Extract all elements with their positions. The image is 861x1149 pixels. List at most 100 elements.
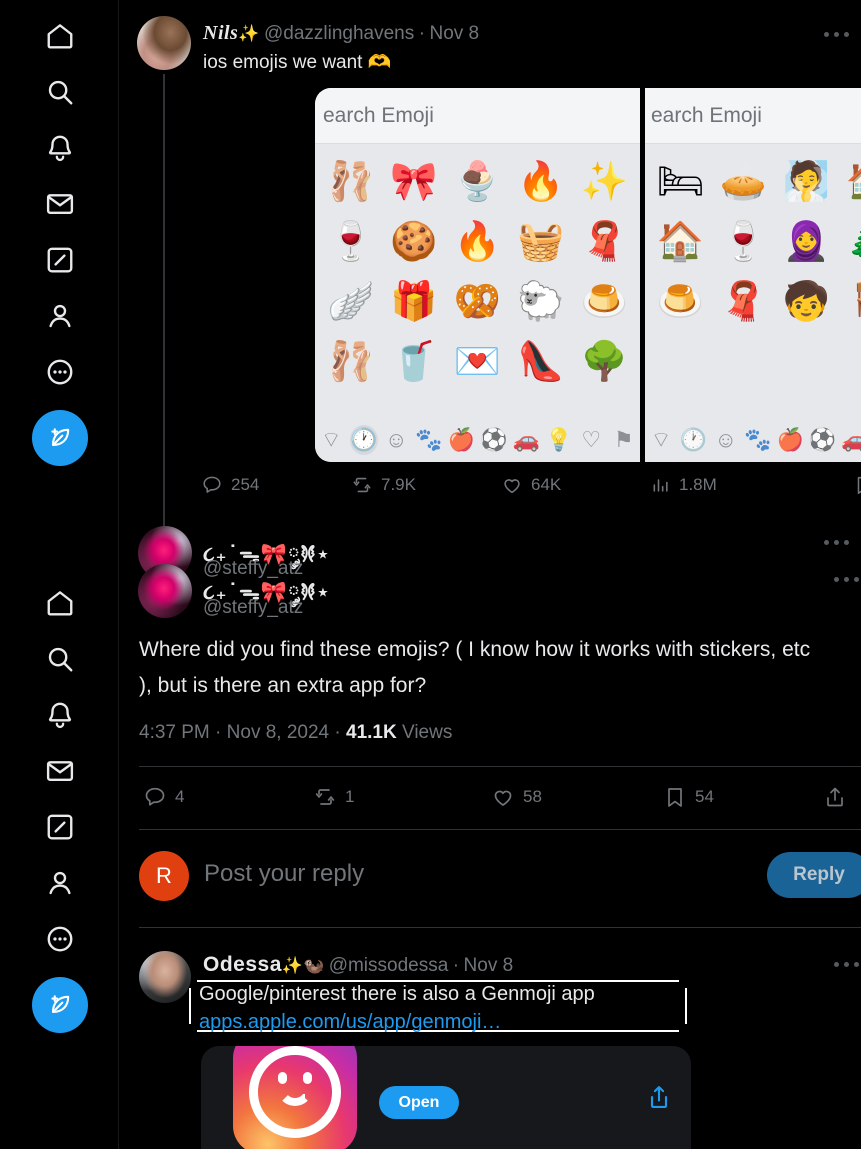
open-app-button[interactable]: Open — [379, 1086, 459, 1119]
emoji-cell[interactable]: 🛏 — [649, 154, 712, 210]
emoji-cell[interactable]: 🪑 — [838, 274, 861, 330]
emoji-cell[interactable]: 🔥 — [446, 214, 509, 270]
emoji-cell[interactable]: 🎁 — [382, 274, 445, 330]
repost-action[interactable]: 7.9K — [351, 474, 501, 496]
second-reply-link[interactable]: apps.apple.com/us/app/genmoji… — [199, 1011, 501, 1034]
sticker-icon[interactable]: ⌔ — [647, 425, 675, 455]
emoji-cell[interactable]: 🧣 — [712, 274, 775, 330]
activity-icon[interactable]: ⚽ — [808, 425, 836, 455]
reply-author-handle[interactable]: @steffy_atz — [203, 597, 303, 619]
emoji-cell[interactable]: 🎄 — [838, 214, 861, 270]
reply-reply-action[interactable]: 4 — [143, 785, 313, 809]
reply-repost-action[interactable]: 1 — [313, 785, 491, 809]
sidebar-item-explore[interactable] — [32, 64, 88, 120]
animals-icon[interactable]: 🐾 — [415, 425, 444, 455]
recent-icon[interactable]: 🕐 — [679, 425, 707, 455]
sidebar-item-notifications-dup[interactable] — [32, 687, 88, 743]
author-handle[interactable]: @missodessa — [329, 955, 449, 976]
post-media-screenshot[interactable]: earch Emoji 🩰 🎀 🍨 🔥 ✨ 🍷 🍪 🔥 🧺 🧣 🪽 � — [315, 88, 861, 462]
emoji-cell[interactable]: 🪽 — [319, 274, 382, 330]
emoji-cell[interactable]: 🍮 — [649, 274, 712, 330]
sidebar-item-home-dup[interactable] — [32, 575, 88, 631]
reply-action[interactable]: 254 — [201, 474, 351, 496]
reply-input[interactable]: Post your reply — [204, 860, 364, 888]
emoji-cell[interactable]: 🏠 — [649, 214, 712, 270]
views-action[interactable]: 1.8M — [651, 475, 821, 495]
emoji-cell[interactable]: 🍪 — [382, 214, 445, 270]
sidebar-item-profile[interactable] — [32, 288, 88, 344]
sidebar-item-grok-dup[interactable] — [32, 799, 88, 855]
emoji-cell[interactable]: 🧺 — [509, 214, 572, 270]
smiley-icon[interactable]: ☺ — [382, 425, 411, 455]
home-icon — [47, 591, 72, 616]
avatar[interactable] — [139, 951, 191, 1003]
avatar[interactable] — [137, 16, 191, 70]
emoji-cell[interactable]: 🔥 — [509, 154, 572, 210]
flags-icon[interactable]: ⚑ — [610, 425, 639, 455]
emoji-cell[interactable]: 🥤 — [382, 334, 445, 390]
emoji-cell[interactable]: 🐑 — [509, 274, 572, 330]
emoji-search-right[interactable]: earch Emoji — [645, 88, 861, 144]
travel-icon[interactable]: 🚗 — [512, 425, 541, 455]
emoji-cell[interactable]: 🧒 — [775, 274, 838, 330]
emoji-search-left[interactable]: earch Emoji — [315, 88, 640, 144]
recent-icon[interactable]: 🕐 — [349, 425, 378, 455]
sidebar-item-explore-dup[interactable] — [32, 631, 88, 687]
emoji-cell[interactable]: 🍷 — [319, 214, 382, 270]
avatar[interactable]: R — [139, 851, 189, 901]
sidebar-item-grok[interactable] — [32, 232, 88, 288]
compose-post-button[interactable] — [31, 410, 88, 466]
share-up-icon[interactable] — [645, 1083, 673, 1116]
emoji-cell[interactable]: 🩰 — [319, 154, 382, 210]
emoji-cell[interactable]: 🌳 — [573, 334, 636, 390]
reply-like-action[interactable]: 58 — [491, 785, 663, 809]
emoji-cell[interactable]: 🍷 — [712, 214, 775, 270]
emoji-cell[interactable]: 🧕 — [775, 214, 838, 270]
author-handle[interactable]: @dazzlinghavens — [264, 23, 414, 44]
emoji-cell[interactable]: 🎀 — [382, 154, 445, 210]
sidebar-item-messages-dup[interactable] — [32, 743, 88, 799]
post-more-menu[interactable] — [824, 32, 849, 37]
emoji-cell[interactable]: 🍮 — [573, 274, 636, 330]
sidebar-item-home[interactable] — [32, 8, 88, 64]
emoji-cell[interactable]: 🧖 — [775, 154, 838, 210]
sticker-icon[interactable]: ⌔ — [317, 425, 346, 455]
like-action[interactable]: 64K — [501, 474, 651, 496]
post-date[interactable]: Nov 8 — [464, 955, 514, 976]
emoji-cell[interactable]: 👠 — [509, 334, 572, 390]
sidebar-item-messages[interactable] — [32, 176, 88, 232]
reply-share-action[interactable] — [823, 785, 847, 809]
bookmark-action[interactable] — [853, 474, 861, 496]
animals-icon[interactable]: 🐾 — [744, 425, 772, 455]
activity-icon[interactable]: ⚽ — [480, 425, 509, 455]
author-display-name[interactable]: Nils — [203, 22, 238, 44]
emoji-cell[interactable]: 🍨 — [446, 154, 509, 210]
sidebar-item-more-dup[interactable] — [32, 911, 88, 967]
symbols-icon[interactable]: ♡ — [577, 425, 606, 455]
food-icon[interactable]: 🍎 — [776, 425, 804, 455]
emoji-cell[interactable]: 🩰 — [319, 334, 382, 390]
objects-icon[interactable]: 💡 — [545, 425, 574, 455]
emoji-cell[interactable]: 🥧 — [712, 154, 775, 210]
food-icon[interactable]: 🍎 — [447, 425, 476, 455]
sidebar-item-notifications[interactable] — [32, 120, 88, 176]
avatar[interactable] — [138, 564, 192, 618]
emoji-cell[interactable]: 🧣 — [573, 214, 636, 270]
reply-more-menu[interactable] — [834, 577, 859, 582]
travel-icon[interactable]: 🚗 — [841, 425, 861, 455]
smiley-icon[interactable]: ☺ — [712, 425, 740, 455]
sidebar-item-profile-dup[interactable] — [32, 855, 88, 911]
author-display-name[interactable]: Odessa — [203, 953, 282, 976]
reply-bookmark-action[interactable]: 54 — [663, 785, 823, 809]
emoji-cell[interactable]: 🥨 — [446, 274, 509, 330]
reply-submit-button[interactable]: Reply — [767, 852, 861, 898]
emoji-cell[interactable]: 💌 — [446, 334, 509, 390]
reply-more-menu-ghost[interactable] — [824, 540, 849, 545]
post-date[interactable]: Nov 8 — [429, 23, 479, 44]
compose-post-button-dup[interactable] — [31, 977, 88, 1033]
like-count: 58 — [523, 787, 542, 806]
sidebar-item-more[interactable] — [32, 344, 88, 400]
second-reply-more-menu[interactable] — [834, 962, 859, 967]
emoji-cell[interactable]: ✨ — [573, 154, 636, 210]
emoji-cell[interactable]: 🏠 — [838, 154, 861, 210]
